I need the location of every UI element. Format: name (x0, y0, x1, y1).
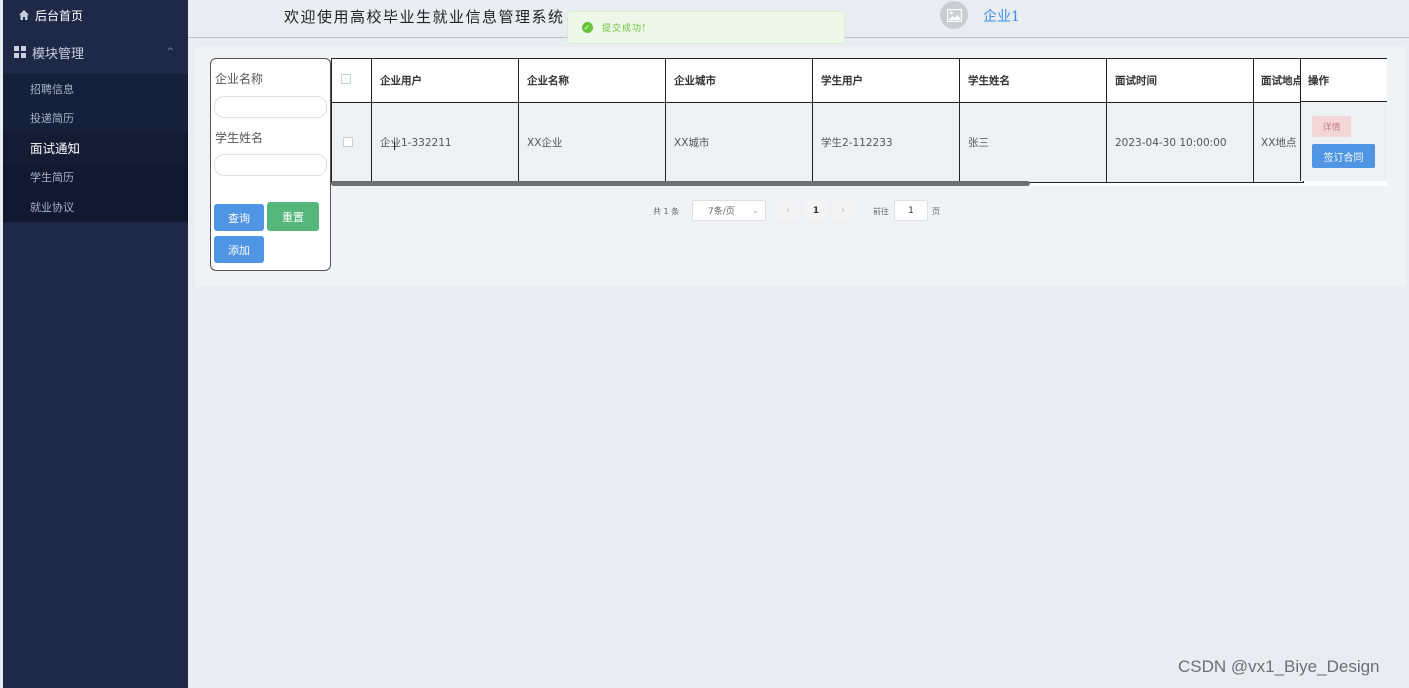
page-size-select[interactable]: 7条/页 ⌄ (692, 200, 766, 221)
username-link[interactable]: 企业1 (983, 6, 1020, 26)
goto-label: 前往 (873, 207, 889, 216)
sidebar-item-recruitment[interactable]: 招聘信息 (3, 74, 188, 104)
cell-company-name: XX企业 (518, 102, 666, 183)
add-button[interactable]: 添加 (214, 236, 264, 263)
column-header: 企业城市 (665, 58, 813, 103)
column-header: 学生姓名 (959, 58, 1107, 103)
sidebar-item-interview-notice[interactable]: 面试通知 (3, 133, 188, 163)
horizontal-scrollbar[interactable] (331, 181, 1030, 186)
page-title: 欢迎使用高校毕业生就业信息管理系统 (284, 8, 565, 26)
home-icon (19, 10, 29, 20)
sidebar-item-label: 招聘信息 (30, 82, 74, 96)
row-select-cell (331, 102, 372, 183)
page-size-value: 7条/页 (708, 207, 735, 217)
avatar[interactable] (940, 1, 968, 29)
sidebar-item-label: 投递简历 (30, 112, 74, 126)
company-name-input[interactable] (214, 96, 327, 118)
sidebar-submenu: 招聘信息 投递简历 面试通知 学生简历 就业协议 (3, 74, 188, 222)
text-cursor-icon: I (393, 140, 397, 153)
sidebar: 后台首页 模块管理 ^ 招聘信息 投递简历 面试通知 学生简历 就业协议 (3, 0, 188, 688)
sidebar-item-resume-delivery[interactable]: 投递简历 (3, 104, 188, 134)
watermark: CSDN @vx1_Biye_Design (1178, 657, 1380, 676)
column-header: 面试时间 (1106, 58, 1254, 103)
column-header: 企业用户 (371, 58, 519, 103)
chevron-up-icon[interactable]: ^ (166, 47, 174, 57)
cell-company-city: XX城市 (665, 102, 813, 183)
student-name-label: 学生姓名 (215, 131, 264, 145)
column-header: 企业名称 (518, 58, 666, 103)
data-table: 企业用户 企业名称 企业城市 学生用户 学生姓名 面试时间 面试地点 企业1-3… (331, 58, 1387, 186)
cell-student-user: 学生2-112233 (812, 102, 960, 183)
goto-page-input[interactable]: 1 (894, 200, 928, 221)
sidebar-item-label: 学生简历 (30, 171, 74, 185)
cell-student-name: 张三 (959, 102, 1107, 183)
sidebar-home-link[interactable]: 后台首页 (3, 0, 188, 30)
company-name-label: 企业名称 (215, 72, 264, 86)
sidebar-group-module[interactable]: 模块管理 ^ (3, 30, 188, 74)
search-form: 企业名称 学生姓名 查询 重置 添加 (210, 58, 331, 271)
detail-button[interactable]: 详情 (1312, 116, 1351, 137)
success-toast: ✓ 提交成功! (567, 11, 845, 44)
sidebar-group-label: 模块管理 (32, 46, 85, 62)
toast-message: 提交成功! (602, 24, 647, 34)
page-number-button[interactable]: 1 (804, 201, 828, 220)
sidebar-item-label: 面试通知 (30, 141, 81, 157)
cell-interview-time: 2023-04-30 10:00:00 (1106, 102, 1254, 183)
table-row: 企业1-332211 XX企业 XX城市 学生2-112233 张三 2023-… (331, 102, 1304, 183)
row-checkbox[interactable] (343, 137, 353, 147)
select-all-cell (331, 58, 372, 103)
sidebar-item-employment-agreement[interactable]: 就业协议 (3, 192, 188, 222)
prev-page-button[interactable]: ‹ (777, 201, 799, 220)
ops-column-header: 操作 (1300, 58, 1387, 102)
chevron-left-icon: ‹ (786, 205, 790, 216)
reset-button[interactable]: 重置 (267, 202, 319, 231)
sidebar-home-label: 后台首页 (35, 8, 84, 23)
next-page-button[interactable]: › (832, 201, 854, 220)
chevron-right-icon: › (841, 205, 845, 216)
table-header-row: 企业用户 企业名称 企业城市 学生用户 学生姓名 面试时间 面试地点 (331, 58, 1304, 103)
grid-icon (14, 46, 26, 58)
cell-interview-place: XX地点 (1253, 102, 1304, 183)
pagination-total: 共 1 条 (653, 207, 680, 216)
sidebar-item-label: 就业协议 (30, 200, 74, 214)
check-circle-icon: ✓ (582, 22, 593, 33)
column-header: 学生用户 (812, 58, 960, 103)
column-header: 面试地点 (1253, 58, 1304, 103)
student-name-input[interactable] (214, 154, 327, 176)
sign-contract-button[interactable]: 签订合同 (1312, 144, 1375, 168)
page-suffix-label: 页 (932, 207, 940, 216)
chevron-down-icon: ⌄ (752, 206, 759, 215)
row-actions: 详情 签订合同 (1300, 102, 1387, 181)
query-button[interactable]: 查询 (214, 204, 264, 231)
image-icon (946, 8, 962, 22)
sidebar-item-student-resume[interactable]: 学生简历 (3, 162, 188, 192)
select-all-checkbox[interactable] (341, 74, 351, 84)
